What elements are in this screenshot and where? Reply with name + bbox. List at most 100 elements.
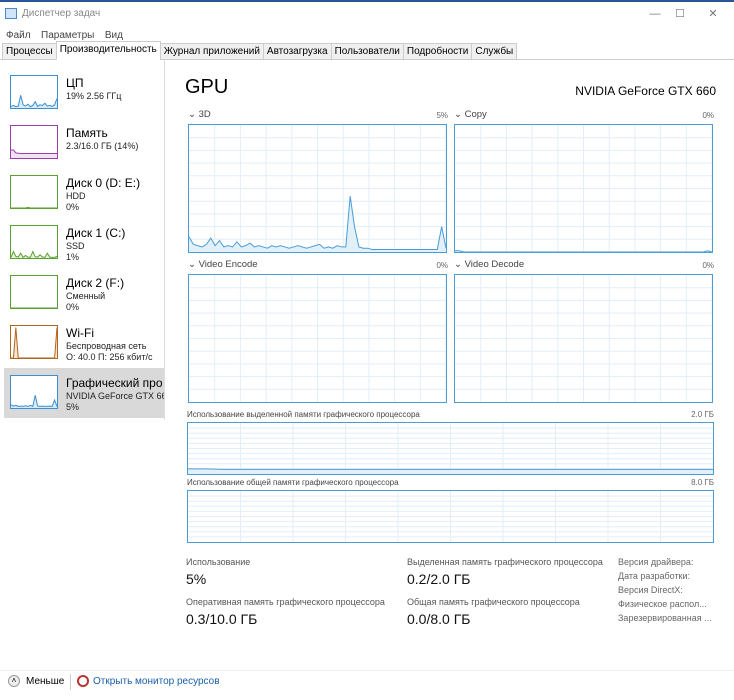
- tab-bar: Процессы Производительность Журнал прило…: [2, 41, 518, 60]
- engine-percent: 0%: [702, 261, 714, 270]
- sidebar-item[interactable]: Wi-Fi Беспроводная сеть О: 40.0 П: 256 к…: [4, 318, 164, 368]
- open-resource-monitor-link[interactable]: Открыть монитор ресурсов: [93, 676, 220, 687]
- driver-date-label: Дата разработки:: [618, 571, 691, 581]
- sidebar-item-value: 0%: [66, 202, 80, 212]
- engine-graph: [188, 274, 447, 403]
- sidebar-item-detail: SSD: [66, 241, 85, 251]
- engine-label[interactable]: Video Encode: [199, 259, 258, 270]
- engine-percent: 0%: [702, 111, 714, 120]
- engine-graph: [188, 124, 447, 253]
- collapse-chevron-icon[interactable]: ⌄: [454, 109, 462, 120]
- resource-monitor-icon: [77, 675, 89, 687]
- shared-memory-value: 0.0/8.0 ГБ: [407, 611, 471, 627]
- driver-version-label: Версия драйвера:: [618, 557, 694, 567]
- menu-bar: Файл Параметры Вид: [0, 25, 123, 41]
- tab-users[interactable]: Пользователи: [330, 43, 404, 60]
- sidebar-item-detail: 19% 2.56 ГГц: [66, 91, 122, 101]
- sidebar-item-value: 5%: [66, 402, 80, 412]
- sidebar-thumbnail-graph: [10, 275, 58, 309]
- engine-percent: 5%: [436, 111, 448, 120]
- history-line: [188, 468, 713, 470]
- sidebar-item-name: ЦП: [66, 76, 84, 90]
- sidebar-item-name: Графический про: [66, 376, 163, 390]
- engine-selector[interactable]: ⌄ Video Encode: [188, 259, 258, 270]
- collapse-chevron-icon[interactable]: ⌄: [454, 259, 462, 270]
- sidebar-item-name: Wi-Fi: [66, 326, 94, 340]
- sidebar-item-name: Диск 1 (C:): [66, 226, 126, 240]
- tab-app-history[interactable]: Журнал приложений: [159, 43, 264, 60]
- directx-version-label: Версия DirectX:: [618, 585, 683, 595]
- engine-percent: 0%: [436, 261, 448, 270]
- footer: ˄ Меньше Открыть монитор ресурсов: [0, 670, 734, 700]
- sidebar-item-name: Диск 0 (D: E:): [66, 176, 141, 190]
- shared-memory-max: 8.0 ГБ: [691, 478, 714, 487]
- sidebar-item[interactable]: Диск 0 (D: E:) HDD 0%: [4, 168, 164, 218]
- sidebar-item-name: Диск 2 (F:): [66, 276, 125, 290]
- gpu-memory-value: 0.3/10.0 ГБ: [186, 611, 258, 627]
- physical-location-label: Физическое распол...: [618, 599, 707, 609]
- window-title: Диспетчер задач: [22, 8, 101, 19]
- utilization-label: Использование: [186, 557, 251, 567]
- shared-memory-graph-label: Использование общей памяти графического …: [187, 478, 399, 487]
- engine-selector[interactable]: ⌄ Copy: [454, 109, 487, 120]
- chevron-up-icon[interactable]: ˄: [8, 675, 20, 687]
- sidebar-thumbnail-graph: [10, 175, 58, 209]
- title-bar: Диспетчер задач — ☐ ✕: [0, 2, 734, 24]
- sidebar-thumbnail-graph: [10, 375, 58, 409]
- sidebar-thumbnail-graph: [10, 325, 58, 359]
- gpu-name: NVIDIA GeForce GTX 660: [575, 84, 716, 98]
- menu-file[interactable]: Файл: [6, 30, 31, 41]
- collapse-chevron-icon[interactable]: ⌄: [188, 259, 196, 270]
- sidebar-item[interactable]: Память 2.3/16.0 ГБ (14%): [4, 118, 164, 168]
- sidebar-item-value: 1%: [66, 252, 80, 262]
- history-line: [11, 327, 58, 359]
- tab-performance[interactable]: Производительность: [55, 41, 161, 60]
- dedicated-memory-graph: [187, 422, 714, 475]
- tab-startup[interactable]: Автозагрузка: [262, 43, 332, 60]
- maximize-button[interactable]: ☐: [665, 6, 695, 22]
- engine-graph: [454, 274, 713, 403]
- engine-selector[interactable]: ⌄ Video Decode: [454, 259, 524, 270]
- sidebar-thumbnail-graph: [10, 125, 58, 159]
- tab-details[interactable]: Подробности: [402, 43, 473, 60]
- gpu-memory-label: Оперативная память графического процессо…: [186, 597, 385, 607]
- menu-options[interactable]: Параметры: [41, 30, 94, 41]
- tab-processes[interactable]: Процессы: [2, 43, 57, 60]
- footer-divider: [70, 674, 71, 690]
- shared-memory-label: Общая память графического процессора: [407, 597, 580, 607]
- sidebar-item-detail: Беспроводная сеть: [66, 341, 147, 351]
- sidebar-item[interactable]: Графический про NVIDIA GeForce GTX 660 5…: [4, 368, 164, 418]
- sidebar-item-detail: Сменный: [66, 291, 106, 301]
- dedicated-memory-value: 0.2/2.0 ГБ: [407, 571, 471, 587]
- dedicated-memory-graph-label: Использование выделенной памяти графичес…: [187, 410, 420, 419]
- sidebar-item-detail: HDD: [66, 191, 86, 201]
- sidebar-thumbnail-graph: [10, 225, 58, 259]
- tab-services[interactable]: Службы: [471, 43, 518, 60]
- sidebar-item-value: О: 40.0 П: 256 кбит/с: [66, 352, 153, 362]
- dedicated-memory-max: 2.0 ГБ: [691, 410, 714, 419]
- engine-label[interactable]: Copy: [465, 109, 487, 120]
- page-title: GPU: [185, 76, 229, 98]
- menu-view[interactable]: Вид: [105, 30, 123, 41]
- collapse-chevron-icon[interactable]: ⌄: [188, 109, 196, 120]
- engine-graph: [454, 124, 713, 253]
- engine-label[interactable]: Video Decode: [465, 259, 525, 270]
- history-line: [11, 206, 57, 209]
- dedicated-memory-label: Выделенная память графического процессор…: [407, 557, 603, 567]
- sidebar-item[interactable]: Диск 2 (F:) Сменный 0%: [4, 268, 164, 318]
- sidebar-item[interactable]: ЦП 19% 2.56 ГГц: [4, 68, 164, 118]
- engine-selector[interactable]: ⌄ 3D: [188, 109, 211, 120]
- sidebar-item-value: 0%: [66, 302, 80, 312]
- sidebar-item-detail: 2.3/16.0 ГБ (14%): [66, 141, 139, 151]
- sidebar-item[interactable]: Диск 1 (C:) SSD 1%: [4, 218, 164, 268]
- engine-label[interactable]: 3D: [199, 109, 211, 120]
- sidebar-item-detail: NVIDIA GeForce GTX 660: [66, 391, 164, 401]
- sidebar-thumbnail-graph: [10, 75, 58, 109]
- sidebar-item-name: Память: [66, 126, 108, 140]
- fewer-details-button[interactable]: Меньше: [26, 676, 64, 687]
- shared-memory-graph: [187, 490, 714, 543]
- history-line: [11, 149, 57, 155]
- task-manager-icon: [5, 8, 17, 19]
- close-button[interactable]: ✕: [698, 6, 728, 22]
- reserved-memory-label: Зарезервированная ...: [618, 613, 712, 623]
